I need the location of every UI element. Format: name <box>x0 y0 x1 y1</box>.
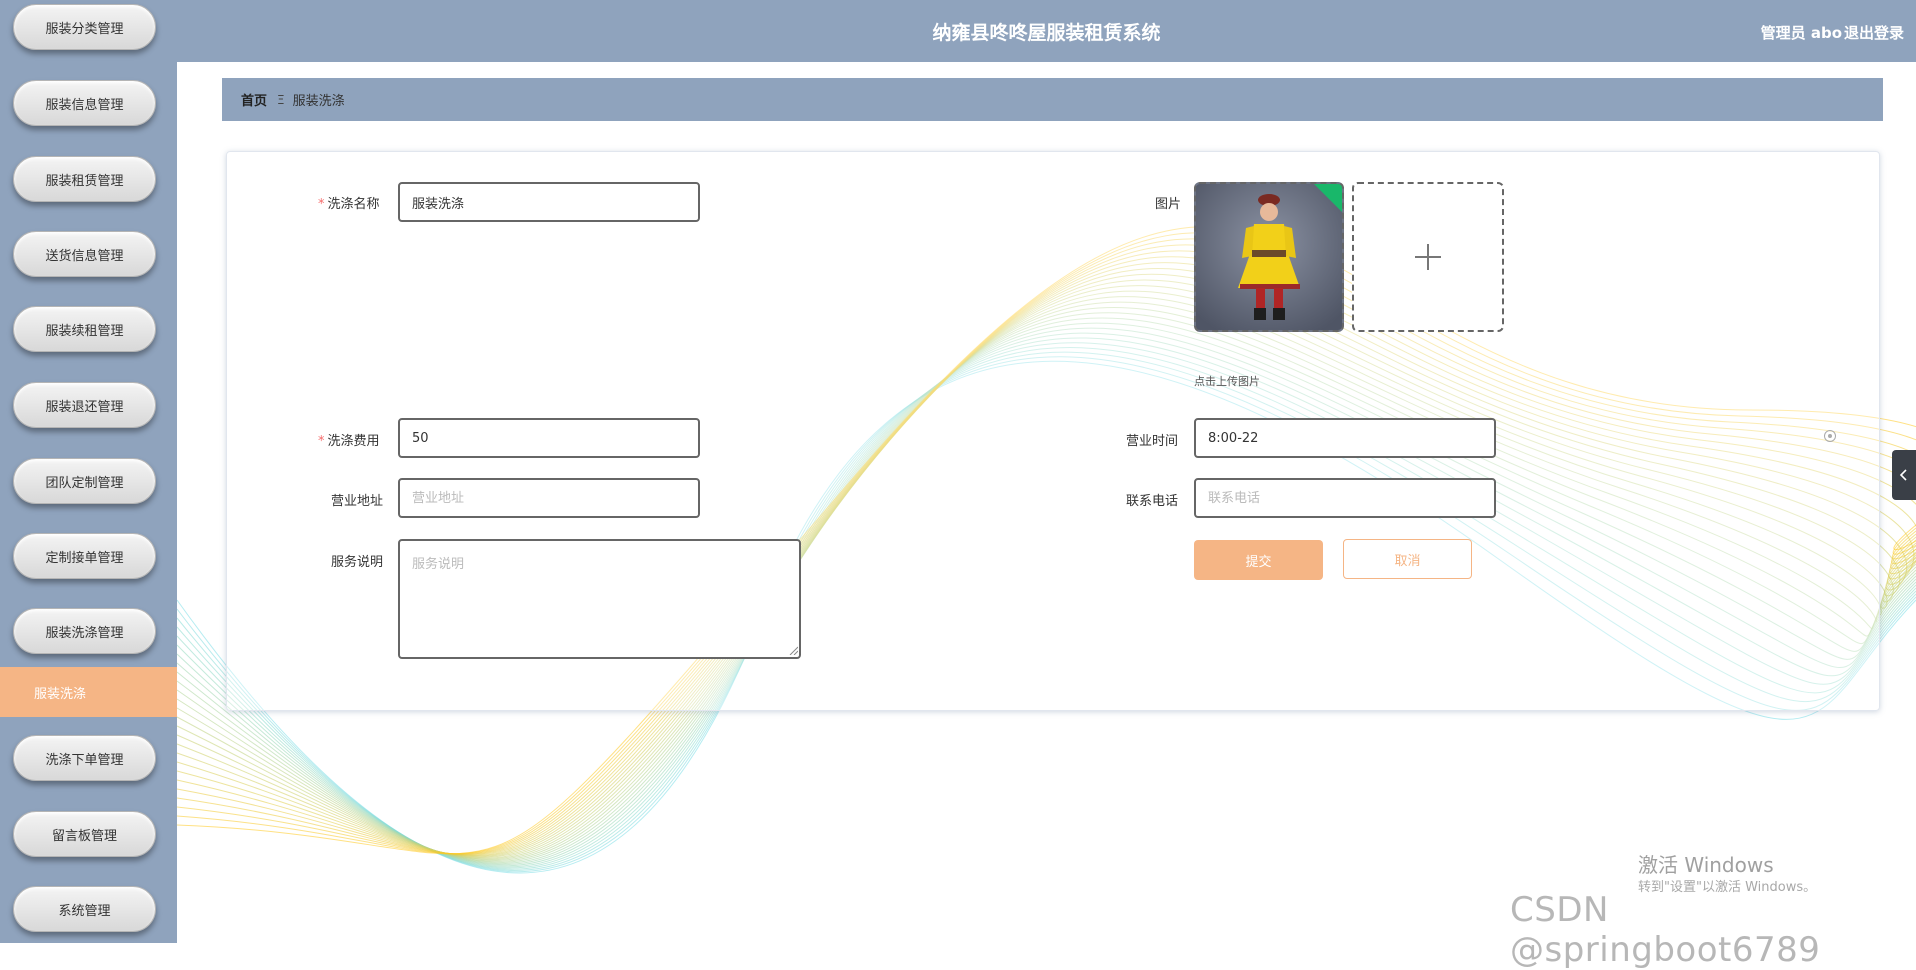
submit-button[interactable]: 提交 <box>1194 540 1323 580</box>
sidebar-item-clothing-info[interactable]: 服装信息管理 <box>13 80 156 126</box>
resize-handle-icon[interactable] <box>788 645 798 655</box>
address-input[interactable] <box>398 478 700 518</box>
csdn-watermark: CSDN @springboot6789 <box>1510 890 1821 970</box>
plus-icon <box>1415 244 1441 270</box>
cancel-button[interactable]: 取消 <box>1343 539 1472 579</box>
breadcrumb: 首页 Ξ 服装洗涤 <box>222 78 1883 121</box>
business-hours-label: 营业时间 <box>1126 434 1179 449</box>
chevron-left-icon <box>1899 469 1907 481</box>
sidebar-item-wash-orders[interactable]: 洗涤下单管理 <box>13 735 156 781</box>
sidebar-item-clothing-wash[interactable]: 服装洗涤管理 <box>13 608 156 654</box>
service-desc-label: 服务说明 <box>331 555 384 570</box>
breadcrumb-home[interactable]: 首页 <box>241 90 267 109</box>
clear-icon[interactable] <box>1824 430 1836 442</box>
address-label: 营业地址 <box>331 494 384 509</box>
sidebar-item-system[interactable]: 系统管理 <box>13 886 156 932</box>
windows-activation-title: 激活 Windows <box>1638 853 1774 877</box>
phone-input[interactable] <box>1194 478 1496 518</box>
panel-toggle-button[interactable] <box>1892 450 1916 500</box>
sidebar-item-clothing-rental[interactable]: 服装租赁管理 <box>13 156 156 202</box>
wash-name-label: * 洗涤名称 <box>318 197 380 212</box>
breadcrumb-current: 服装洗涤 <box>292 94 345 109</box>
sidebar-item-delivery-info[interactable]: 送货信息管理 <box>13 231 156 277</box>
business-hours-input[interactable] <box>1194 418 1496 458</box>
logout-link[interactable]: 退出登录 <box>1844 22 1904 43</box>
sidebar-item-custom-orders[interactable]: 定制接单管理 <box>13 533 156 579</box>
sidebar-item-team-custom[interactable]: 团队定制管理 <box>13 458 156 504</box>
wash-fee-input[interactable] <box>398 418 700 458</box>
service-desc-textarea[interactable] <box>398 539 801 659</box>
sidebar: 服装分类管理 服装信息管理 服装租赁管理 送货信息管理 服装续租管理 服装退还管… <box>0 0 177 943</box>
sidebar-item-clothing-category[interactable]: 服装分类管理 <box>13 4 156 50</box>
upload-hint: 点击上传图片 <box>1194 375 1260 388</box>
sidebar-item-clothing-return[interactable]: 服装退还管理 <box>13 382 156 428</box>
required-mark: * <box>318 434 325 449</box>
sidebar-subitem-clothing-wash[interactable]: 服装洗涤 <box>0 667 177 717</box>
current-user: 管理员 abo <box>1760 24 1842 42</box>
app-title: 纳雍县咚咚屋服装租赁系统 <box>932 22 1161 44</box>
image-label: 图片 <box>1155 197 1182 212</box>
costume-photo <box>1196 184 1342 330</box>
sidebar-item-message-board[interactable]: 留言板管理 <box>13 811 156 857</box>
top-header: 纳雍县咚咚屋服装租赁系统 管理员 abo 退出登录 <box>177 0 1916 62</box>
required-mark: * <box>318 197 325 212</box>
breadcrumb-separator: Ξ <box>277 92 285 107</box>
wash-fee-label: * 洗涤费用 <box>318 434 380 449</box>
phone-label: 联系电话 <box>1126 494 1179 509</box>
upload-image-button[interactable] <box>1352 182 1504 332</box>
sidebar-item-rental-renewal[interactable]: 服装续租管理 <box>13 306 156 352</box>
wash-name-input[interactable] <box>398 182 700 222</box>
uploaded-image-thumbnail[interactable] <box>1194 182 1344 332</box>
